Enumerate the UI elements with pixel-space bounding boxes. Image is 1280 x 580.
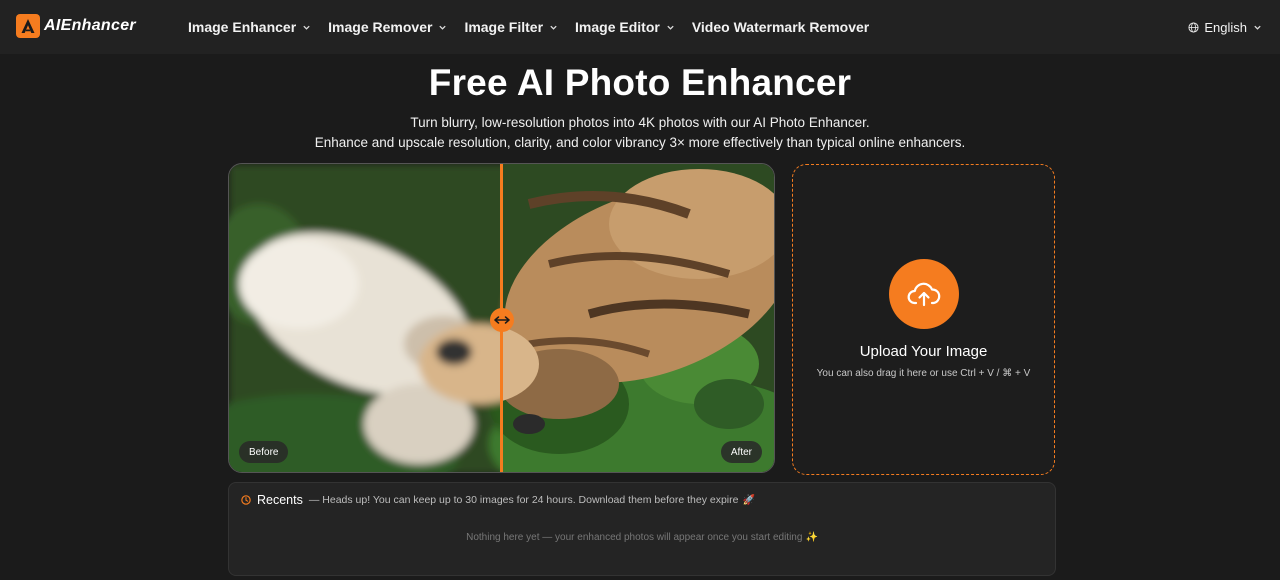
chevron-down-icon [550,25,557,30]
comparison-slider-handle[interactable] [490,308,514,332]
nav-image-filter[interactable]: Image Filter [464,19,558,35]
chevron-down-icon [1254,25,1261,30]
nav-item-label: Image Filter [464,19,544,35]
nav-item-label: Image Remover [328,19,433,35]
chevron-down-icon [667,25,674,30]
nav-item-label: Video Watermark Remover [691,19,870,35]
horizontal-arrows-icon [494,316,510,324]
clock-icon [241,495,251,505]
nav-image-remover[interactable]: Image Remover [328,19,447,35]
sparkles-icon: ✨ [805,532,818,543]
logo-a-icon [16,14,40,38]
main-nav: Image Enhancer Image Remover Image Filte… [188,0,886,54]
nav-item-label: Image Enhancer [188,19,297,35]
nav-image-editor[interactable]: Image Editor [575,19,675,35]
recents-empty-message: Nothing here yet — your enhanced photos … [466,532,803,543]
upload-dropzone[interactable]: Upload Your Image You can also drag it h… [792,164,1055,475]
page-title: Free AI Photo Enhancer [428,62,852,103]
upload-button[interactable] [889,259,959,329]
upload-title: Upload Your Image [859,343,988,360]
globe-icon [1188,21,1199,33]
recents-header: Recents — Heads up! You can keep up to 3… [241,493,755,507]
brand-logo[interactable]: AIEnhancer [16,14,136,38]
recents-note: — Heads up! You can keep up to 30 images… [308,494,739,506]
top-navbar: AIEnhancer Image Enhancer Image Remover … [0,0,1280,54]
chevron-down-icon [439,25,447,30]
recents-empty-state: Nothing here yet — your enhanced photos … [229,532,1055,543]
nav-image-enhancer[interactable]: Image Enhancer [188,19,311,35]
nav-video-watermark-remover[interactable]: Video Watermark Remover [692,19,869,35]
after-label: After [720,441,762,463]
chevron-down-icon [303,25,310,30]
hero-subtitle-line-1: Turn blurry, low-resolution photos into … [410,115,870,130]
nav-item-label: Image Editor [575,19,660,35]
language-selector[interactable]: English [1188,0,1262,54]
recents-title: Recents [257,493,303,507]
language-label: English [1204,19,1247,35]
hero-subtitle-line-2: Enhance and upscale resolution, clarity,… [314,135,966,150]
rocket-icon: 🚀 [742,494,755,506]
upload-hint: You can also drag it here or use Ctrl + … [816,368,1031,379]
before-after-comparison[interactable]: Before After [228,163,775,473]
before-label: Before [239,441,289,463]
brand-name: AIEnhancer [44,17,136,34]
recents-panel: Recents — Heads up! You can keep up to 3… [228,482,1056,576]
cloud-upload-icon [907,282,941,307]
